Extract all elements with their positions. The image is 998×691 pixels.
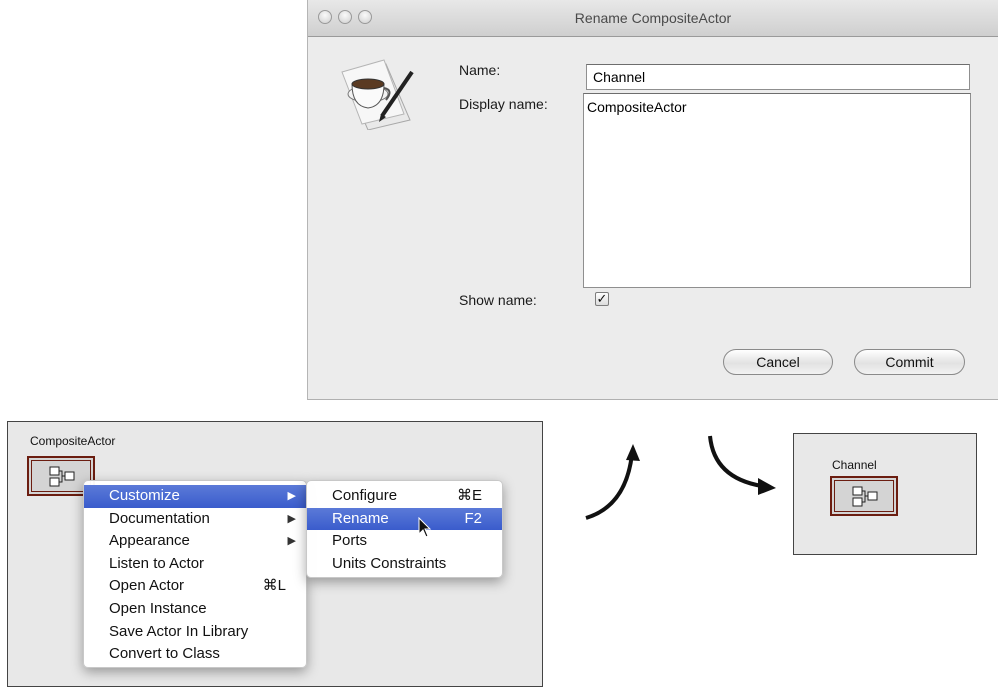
menu-item-open-instance[interactable]: Open Instance — [84, 598, 306, 621]
menu-item-units-constraints[interactable]: Units Constraints — [307, 553, 502, 576]
menu-item-label: Units Constraints — [332, 554, 447, 572]
menu-item-label: Open Actor — [109, 577, 185, 595]
customize-submenu: Configure ⌘E Rename F2 Ports Units Const… — [306, 480, 503, 578]
menu-item-shortcut: ⌘L — [262, 577, 286, 595]
menu-item-label: Ports — [332, 532, 368, 550]
menu-item-shortcut: F2 — [464, 509, 482, 527]
menu-item-label: Customize — [109, 487, 180, 504]
renamed-composite-actor[interactable] — [830, 476, 898, 516]
result-canvas[interactable]: Channel — [793, 433, 977, 555]
curved-arrow-down-icon — [708, 435, 776, 495]
menu-item-appearance[interactable]: Appearance ▶ — [84, 530, 306, 553]
name-label: Name: — [459, 62, 501, 78]
close-window-button[interactable] — [318, 10, 332, 24]
coffee-cup-icon — [341, 59, 414, 130]
menu-item-label: Rename — [332, 509, 389, 527]
actor-name-label: CompositeActor — [30, 434, 116, 448]
menu-item-configure[interactable]: Configure ⌘E — [307, 485, 502, 508]
zoom-window-button[interactable] — [358, 10, 372, 24]
show-name-label: Show name: — [459, 292, 537, 308]
mouse-pointer-icon — [418, 517, 432, 538]
minimize-window-button[interactable] — [338, 10, 352, 24]
cancel-button[interactable]: Cancel — [723, 349, 833, 375]
display-name-input[interactable]: CompositeActor — [583, 93, 971, 288]
menu-item-convert-to-class[interactable]: Convert to Class — [84, 643, 306, 666]
rename-dialog: Rename CompositeActor Name: Display name… — [307, 0, 998, 400]
menu-item-label: Appearance — [109, 532, 190, 550]
menu-item-label: Listen to Actor — [109, 554, 205, 572]
show-name-checkbox[interactable]: ✓ — [595, 292, 609, 306]
commit-button[interactable]: Commit — [854, 349, 965, 375]
menu-item-ports[interactable]: Ports — [307, 530, 502, 553]
menu-item-save-actor-in-library[interactable]: Save Actor In Library — [84, 621, 306, 644]
dialog-titlebar: Rename CompositeActor — [308, 0, 998, 37]
menu-item-open-actor[interactable]: Open Actor ⌘L — [84, 575, 306, 598]
composite-actor-icon — [852, 486, 878, 507]
submenu-arrow-icon: ▶ — [287, 490, 296, 502]
menu-item-label: Convert to Class — [109, 645, 220, 663]
window-controls — [318, 10, 372, 24]
menu-item-shortcut: ⌘E — [456, 487, 482, 504]
dialog-title: Rename CompositeActor — [574, 10, 732, 26]
menu-item-label: Configure — [332, 487, 398, 504]
menu-item-listen-to-actor[interactable]: Listen to Actor — [84, 553, 306, 576]
display-name-label: Display name: — [459, 96, 548, 112]
context-menu: Customize ▶ Documentation ▶ Appearance ▶… — [83, 480, 307, 668]
menu-item-label: Save Actor In Library — [109, 622, 249, 640]
submenu-arrow-icon: ▶ — [287, 535, 296, 548]
curved-arrow-up-icon — [585, 444, 640, 520]
menu-item-label: Open Instance — [109, 599, 207, 617]
renamed-actor-label: Channel — [832, 458, 877, 472]
menu-item-documentation[interactable]: Documentation ▶ — [84, 508, 306, 531]
menu-item-customize[interactable]: Customize ▶ — [84, 485, 306, 508]
submenu-arrow-icon: ▶ — [287, 512, 296, 525]
name-input[interactable] — [586, 64, 970, 90]
composite-actor-icon — [49, 466, 75, 487]
menu-item-rename[interactable]: Rename F2 — [307, 507, 502, 531]
menu-item-label: Documentation — [109, 509, 210, 527]
